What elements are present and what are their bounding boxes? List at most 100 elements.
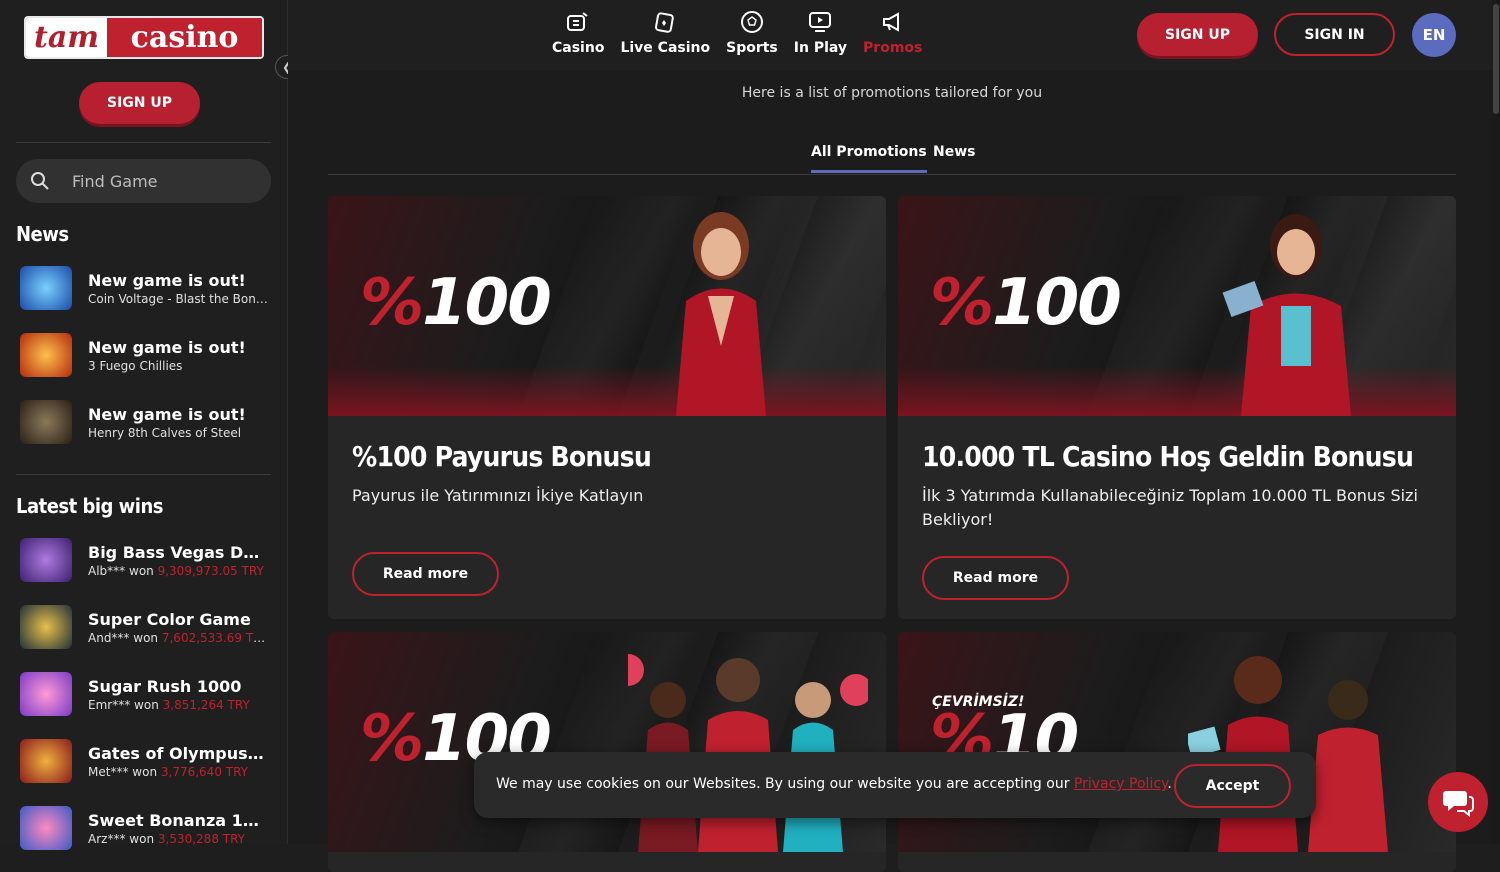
news-item[interactable]: New game is out! 3 Fuego Chillies	[20, 332, 275, 378]
win-amount: 9,309,973.05 TRY	[157, 563, 264, 578]
promo-banner: %100	[328, 196, 886, 416]
casino-icon	[567, 12, 588, 31]
nav-label: Live Casino	[620, 40, 711, 56]
promo-title: %100 Payurus Bonusu	[352, 440, 652, 473]
promo-badge: %100	[930, 266, 1122, 340]
promo-title: 10.000 TL Casino Hoş Geldin Bonusu	[922, 440, 1414, 473]
promo-card[interactable]: %100 %100 Payurus Bonusu Payurus ile Yat…	[328, 196, 886, 619]
winner-name: Met***	[88, 764, 129, 779]
promo-banner: %100	[898, 196, 1456, 416]
win-amount: 7,602,533.69 TRY	[161, 630, 268, 645]
cookie-banner: We may use cookies on our Websites. By u…	[474, 752, 1316, 818]
nav-sports[interactable]: Sports	[726, 10, 778, 56]
news-item[interactable]: New game is out! Henry 8th Calves of Stee…	[20, 399, 275, 445]
search-input[interactable]: Find Game	[16, 159, 271, 203]
game-thumbnail	[20, 806, 72, 850]
promo-banner: ÇEVRİMSİZ! %10	[898, 632, 1456, 852]
game-thumbnail	[20, 400, 72, 444]
promo-banner: %100	[328, 632, 886, 852]
page-subtitle: Here is a list of promotions tailored fo…	[741, 85, 1043, 101]
win-amount: 3,530,288 TRY	[157, 831, 245, 846]
sports-ball-icon	[740, 11, 763, 33]
page-scrollbar[interactable]	[1492, 0, 1500, 844]
signin-button[interactable]: SIGN IN	[1274, 13, 1395, 56]
sidebar-signup-button[interactable]: SIGN UP	[79, 82, 200, 124]
won-label: won	[129, 563, 154, 578]
promo-models-image	[1188, 656, 1388, 852]
nav-label: Casino	[552, 40, 605, 56]
won-label: won	[134, 697, 159, 712]
big-win-item[interactable]: Big Bass Vegas Double Down DeluxeAlb*** …	[20, 537, 275, 583]
cookie-message: We may use cookies on our Websites. By u…	[496, 776, 1172, 792]
game-thumbnail	[20, 739, 72, 783]
win-amount: 3,851,264 TRY	[162, 697, 250, 712]
winner-name: Emr***	[88, 697, 131, 712]
game-thumbnail	[20, 266, 72, 310]
read-more-button[interactable]: Read more	[352, 552, 499, 596]
signup-button[interactable]: SIGN UP	[1137, 13, 1258, 56]
big-wins-heading: Latest big wins	[16, 494, 163, 518]
promo-model-image	[676, 212, 766, 416]
live-casino-icon	[655, 12, 675, 33]
promo-description: Payurus ile Yatırımınızı İkiye Katlayın	[352, 486, 644, 505]
won-label: won	[133, 630, 159, 645]
big-win-item[interactable]: Super Color Game And*** won 7,602,533.69 …	[20, 604, 275, 650]
game-thumbnail	[20, 672, 72, 716]
won-label: won	[129, 831, 155, 846]
news-subtitle: Coin Voltage - Blast the Bonus	[88, 291, 268, 306]
tab-news[interactable]: News	[933, 144, 975, 170]
chat-icon	[1443, 791, 1474, 817]
winner-name: Alb***	[88, 563, 126, 578]
promo-tabs: All Promotions News	[328, 144, 1456, 175]
search-placeholder: Find Game	[72, 171, 158, 191]
nav-in-play[interactable]: In Play	[794, 10, 847, 56]
news-title: New game is out!	[88, 337, 246, 357]
game-name: Big Bass Vegas Double Down Deluxe	[88, 542, 268, 562]
search-icon	[31, 172, 49, 190]
logo-left: tam	[26, 18, 108, 57]
news-item[interactable]: New game is out! Coin Voltage - Blast the…	[20, 265, 275, 311]
sidebar: tam casino SIGN UP Find Game News New ga…	[0, 0, 288, 850]
in-play-icon	[809, 12, 832, 32]
game-name: Gates of Olympus Super Scatter	[88, 743, 268, 763]
news-subtitle: 3 Fuego Chillies	[88, 358, 183, 373]
divider	[16, 142, 271, 143]
logo-right: casino	[107, 18, 262, 57]
winner-name: And***	[88, 630, 130, 645]
tab-all-promotions[interactable]: All Promotions	[811, 144, 927, 173]
news-heading: News	[16, 222, 69, 246]
big-win-item[interactable]: Sugar Rush 1000 Emr*** won 3,851,264 TRY	[20, 671, 275, 717]
top-bar: Casino Live Casino Sports In Play Promos…	[288, 0, 1500, 70]
game-name: Sweet Bonanza 1000	[88, 810, 268, 830]
accept-cookies-button[interactable]: Accept	[1174, 764, 1291, 808]
nav-promos[interactable]: Promos	[863, 10, 922, 56]
won-label: won	[132, 764, 158, 779]
nav-live-casino[interactable]: Live Casino	[620, 10, 710, 56]
game-thumbnail	[20, 538, 72, 582]
news-title: New game is out!	[88, 270, 246, 290]
nav-label: Promos	[863, 40, 923, 56]
game-thumbnail	[20, 605, 72, 649]
game-thumbnail	[20, 333, 72, 377]
game-name: Sugar Rush 1000	[88, 676, 242, 696]
site-logo[interactable]: tam casino	[24, 16, 264, 59]
nav-label: Sports	[726, 40, 778, 56]
promotions-page: Here is a list of promotions tailored fo…	[288, 70, 1500, 872]
news-subtitle: Henry 8th Calves of Steel	[88, 425, 242, 440]
main-nav: Casino Live Casino Sports In Play Promos	[552, 10, 922, 56]
big-win-item[interactable]: Sweet Bonanza 1000 Arz*** won 3,530,288 T…	[20, 805, 275, 851]
win-amount: 3,776,640 TRY	[160, 764, 248, 779]
big-win-item[interactable]: Gates of Olympus Super ScatterMet*** won…	[20, 738, 275, 784]
promo-card[interactable]: %100 10.000 TL Casino Hoş Geldin Bonusu …	[898, 196, 1456, 619]
read-more-button[interactable]: Read more	[922, 556, 1069, 600]
winner-name: Arz***	[88, 831, 126, 846]
athletes-image	[628, 654, 868, 852]
live-chat-button[interactable]	[1428, 772, 1488, 832]
nav-casino[interactable]: Casino	[552, 10, 604, 56]
megaphone-icon	[882, 12, 899, 32]
privacy-policy-link[interactable]: Privacy Policy	[1074, 776, 1167, 792]
promo-badge: %100	[360, 266, 552, 340]
language-selector[interactable]: EN	[1412, 13, 1456, 57]
promo-model-image	[1222, 214, 1351, 416]
promo-description: İlk 3 Yatırımda Kullanabileceğiniz Topla…	[922, 486, 1418, 529]
